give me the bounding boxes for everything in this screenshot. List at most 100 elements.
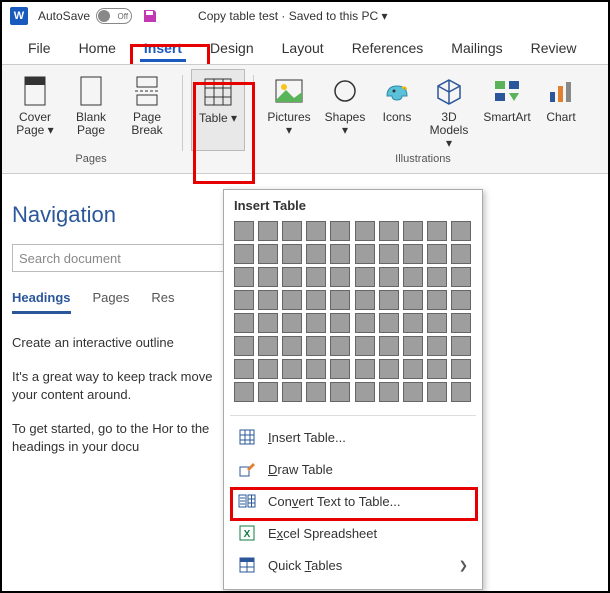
grid-cell[interactable] xyxy=(451,382,471,402)
grid-cell[interactable] xyxy=(306,221,326,241)
grid-cell[interactable] xyxy=(234,221,254,241)
save-icon[interactable] xyxy=(142,8,158,24)
nav-tab-pages[interactable]: Pages xyxy=(93,290,130,314)
menu-draw-table[interactable]: Draw Table xyxy=(224,453,482,485)
autosave-toggle[interactable]: AutoSave Off xyxy=(38,8,132,24)
grid-cell[interactable] xyxy=(427,290,447,310)
grid-cell[interactable] xyxy=(451,221,471,241)
grid-cell[interactable] xyxy=(451,313,471,333)
grid-cell[interactable] xyxy=(403,267,423,287)
grid-cell[interactable] xyxy=(451,267,471,287)
grid-cell[interactable] xyxy=(234,267,254,287)
smartart-button[interactable]: SmartArt xyxy=(478,69,536,151)
document-title[interactable]: Copy table test · Saved to this PC ▾ xyxy=(198,9,387,23)
grid-cell[interactable] xyxy=(379,382,399,402)
grid-cell[interactable] xyxy=(427,244,447,264)
grid-cell[interactable] xyxy=(355,382,375,402)
search-input[interactable]: Search document xyxy=(12,244,228,272)
grid-cell[interactable] xyxy=(282,290,302,310)
grid-cell[interactable] xyxy=(258,267,278,287)
grid-cell[interactable] xyxy=(234,382,254,402)
grid-cell[interactable] xyxy=(258,336,278,356)
grid-cell[interactable] xyxy=(330,382,350,402)
pictures-button[interactable]: Pictures ▾ xyxy=(262,69,316,151)
grid-cell[interactable] xyxy=(306,267,326,287)
grid-cell[interactable] xyxy=(282,221,302,241)
grid-cell[interactable] xyxy=(403,359,423,379)
grid-cell[interactable] xyxy=(379,267,399,287)
grid-cell[interactable] xyxy=(379,359,399,379)
grid-cell[interactable] xyxy=(403,221,423,241)
grid-cell[interactable] xyxy=(282,359,302,379)
grid-cell[interactable] xyxy=(258,290,278,310)
chart-button[interactable]: Chart xyxy=(538,69,584,151)
grid-cell[interactable] xyxy=(282,244,302,264)
grid-cell[interactable] xyxy=(234,336,254,356)
grid-cell[interactable] xyxy=(427,221,447,241)
menu-excel-spreadsheet[interactable]: X Excel Spreadsheet xyxy=(224,517,482,549)
grid-cell[interactable] xyxy=(403,313,423,333)
grid-cell[interactable] xyxy=(234,359,254,379)
grid-cell[interactable] xyxy=(427,336,447,356)
grid-cell[interactable] xyxy=(379,290,399,310)
grid-cell[interactable] xyxy=(258,382,278,402)
grid-cell[interactable] xyxy=(282,267,302,287)
grid-cell[interactable] xyxy=(379,313,399,333)
grid-cell[interactable] xyxy=(330,221,350,241)
grid-cell[interactable] xyxy=(306,244,326,264)
grid-cell[interactable] xyxy=(306,290,326,310)
nav-tab-headings[interactable]: Headings xyxy=(12,290,71,314)
grid-cell[interactable] xyxy=(282,382,302,402)
grid-cell[interactable] xyxy=(427,382,447,402)
grid-cell[interactable] xyxy=(427,267,447,287)
tab-layout[interactable]: Layout xyxy=(268,34,338,64)
grid-cell[interactable] xyxy=(258,359,278,379)
grid-cell[interactable] xyxy=(355,336,375,356)
grid-cell[interactable] xyxy=(451,359,471,379)
grid-cell[interactable] xyxy=(234,244,254,264)
grid-cell[interactable] xyxy=(403,244,423,264)
tab-references[interactable]: References xyxy=(338,34,438,64)
grid-cell[interactable] xyxy=(379,244,399,264)
grid-cell[interactable] xyxy=(234,290,254,310)
icons-button[interactable]: Icons xyxy=(374,69,420,151)
menu-insert-table[interactable]: Insert Table... xyxy=(224,421,482,453)
grid-cell[interactable] xyxy=(451,244,471,264)
grid-cell[interactable] xyxy=(330,313,350,333)
nav-tab-results[interactable]: Res xyxy=(151,290,174,314)
page-break-button[interactable]: Page Break xyxy=(120,69,174,151)
grid-cell[interactable] xyxy=(451,336,471,356)
table-button[interactable]: Table ▾ xyxy=(191,69,245,151)
grid-cell[interactable] xyxy=(427,359,447,379)
grid-cell[interactable] xyxy=(355,359,375,379)
grid-cell[interactable] xyxy=(306,336,326,356)
grid-cell[interactable] xyxy=(330,244,350,264)
blank-page-button[interactable]: Blank Page xyxy=(64,69,118,151)
grid-cell[interactable] xyxy=(355,267,375,287)
grid-cell[interactable] xyxy=(330,336,350,356)
grid-cell[interactable] xyxy=(355,221,375,241)
grid-cell[interactable] xyxy=(234,313,254,333)
grid-cell[interactable] xyxy=(355,244,375,264)
tab-review[interactable]: Review xyxy=(517,34,591,64)
grid-cell[interactable] xyxy=(306,382,326,402)
grid-cell[interactable] xyxy=(306,313,326,333)
grid-cell[interactable] xyxy=(355,313,375,333)
tab-mailings[interactable]: Mailings xyxy=(437,34,516,64)
grid-cell[interactable] xyxy=(282,313,302,333)
grid-cell[interactable] xyxy=(258,221,278,241)
grid-cell[interactable] xyxy=(330,359,350,379)
grid-cell[interactable] xyxy=(306,359,326,379)
shapes-button[interactable]: Shapes ▾ xyxy=(318,69,372,151)
menu-convert-text-to-table[interactable]: Convert Text to Table... xyxy=(224,485,482,517)
grid-cell[interactable] xyxy=(379,336,399,356)
grid-cell[interactable] xyxy=(355,290,375,310)
tab-home[interactable]: Home xyxy=(65,34,130,64)
grid-cell[interactable] xyxy=(258,244,278,264)
cover-page-button[interactable]: Cover Page ▾ xyxy=(8,69,62,151)
tab-file[interactable]: File xyxy=(14,34,65,64)
grid-cell[interactable] xyxy=(282,336,302,356)
menu-quick-tables[interactable]: Quick Tables ❯ xyxy=(224,549,482,581)
grid-cell[interactable] xyxy=(451,290,471,310)
3d-models-button[interactable]: 3D Models ▾ xyxy=(422,69,476,151)
